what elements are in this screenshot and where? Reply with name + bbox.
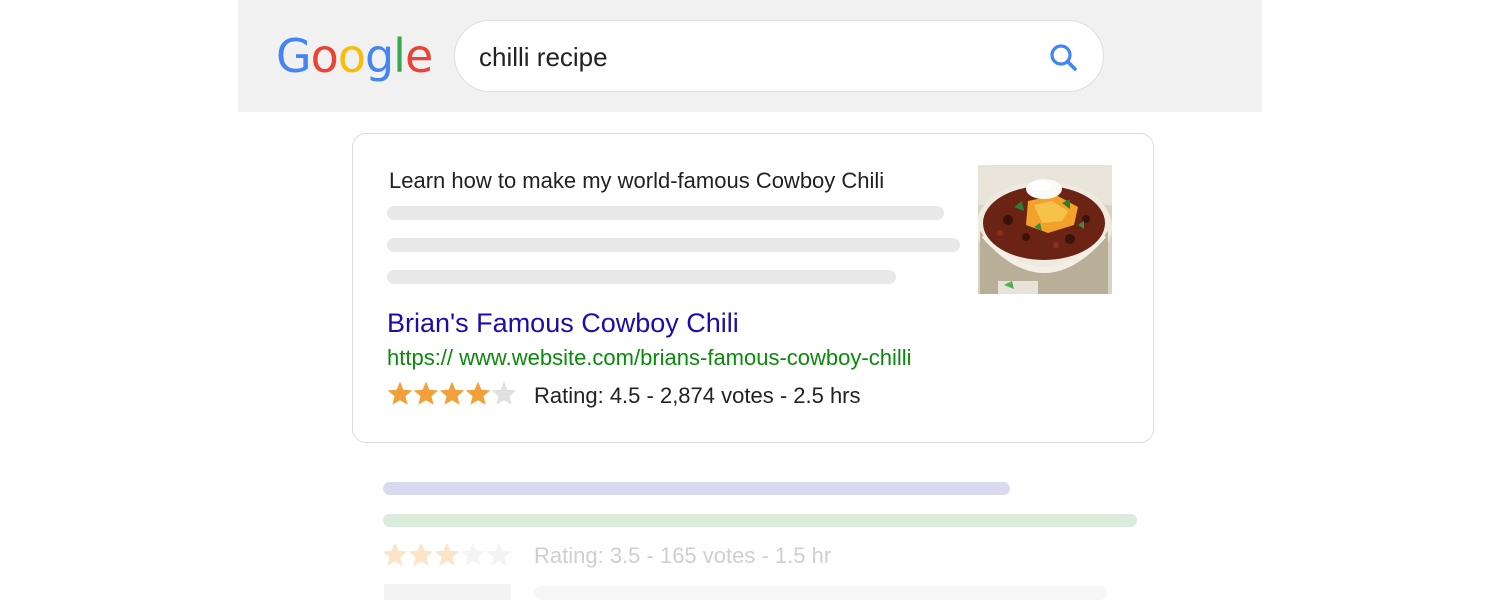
logo-letter: G (276, 29, 312, 83)
star-icon (408, 542, 434, 566)
featured-result-card[interactable]: Learn how to make my world-famous Cowboy… (352, 133, 1154, 443)
second-rating-summary: Rating: 3.5 - 165 votes - 1.5 hr (534, 543, 832, 568)
star-icon (382, 542, 408, 566)
star-icon (413, 381, 439, 405)
search-box (454, 20, 1104, 92)
logo-letter: l (393, 29, 406, 83)
result-url[interactable]: https:// www.website.com/brians-famous-c… (387, 345, 912, 371)
star-icon (387, 381, 413, 405)
placeholder-text-line (534, 586, 1107, 600)
logo-letter: o (310, 29, 339, 83)
star-rating (387, 380, 517, 408)
star-icon (439, 381, 465, 405)
result-snippet: Learn how to make my world-famous Cowboy… (389, 168, 885, 193)
chili-bowl-image[interactable] (978, 165, 1112, 294)
star-empty-icon (460, 542, 486, 566)
placeholder-text-line (387, 238, 960, 252)
logo-letter: g (364, 29, 394, 83)
search-icon (1050, 44, 1077, 71)
placeholder-title-line (383, 482, 1010, 495)
star-icon (434, 542, 460, 566)
search-button[interactable] (1047, 41, 1081, 75)
star-icon (465, 381, 491, 405)
placeholder-url-line (383, 514, 1137, 527)
star-empty-icon (491, 381, 517, 405)
logo-letter: e (404, 29, 433, 83)
google-logo[interactable]: G o o g l e (276, 26, 433, 86)
rating-summary: Rating: 4.5 - 2,874 votes - 2.5 hrs (534, 383, 861, 408)
logo-letter: o (337, 29, 366, 83)
placeholder-text-line (387, 270, 896, 284)
placeholder-text-line (387, 206, 944, 220)
search-header: G o o g l e (238, 0, 1262, 112)
second-star-rating (382, 541, 512, 569)
star-empty-icon (486, 542, 512, 566)
result-title-link[interactable]: Brian's Famous Cowboy Chili (387, 308, 739, 339)
search-input[interactable] (479, 39, 1019, 75)
placeholder-thumb (384, 584, 511, 600)
